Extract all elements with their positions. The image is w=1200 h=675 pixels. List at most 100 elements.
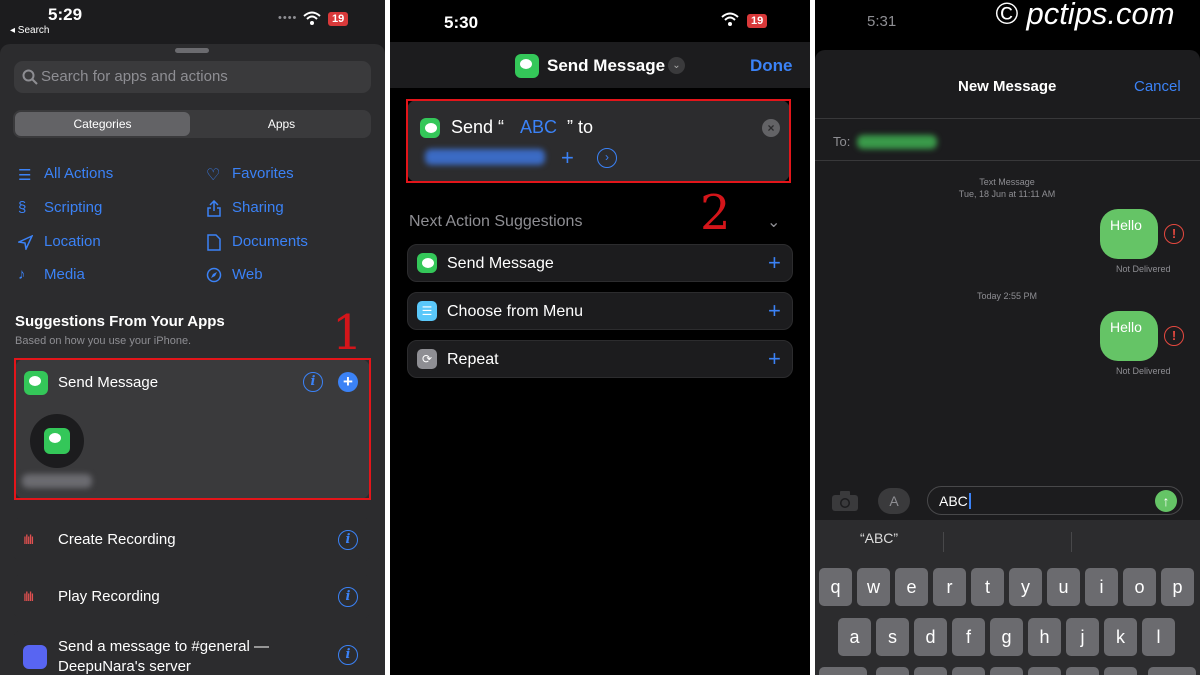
wifi-icon [721, 12, 739, 26]
imessage-compose-panel: 5:31 © pctips.com New Message Cancel To:… [815, 0, 1200, 675]
key-g[interactable]: g [990, 618, 1023, 656]
next-actions-heading: Next Action Suggestions [409, 213, 583, 230]
key-z[interactable] [876, 667, 909, 675]
sheet-grabber[interactable] [175, 48, 209, 53]
wifi-icon [303, 11, 321, 25]
key-p[interactable]: p [1161, 568, 1194, 606]
key-b[interactable] [1028, 667, 1061, 675]
category-label: Location [44, 233, 101, 250]
key-a[interactable]: a [838, 618, 871, 656]
app-store-icon[interactable]: A [878, 488, 910, 514]
key-m[interactable] [1104, 667, 1137, 675]
key-o[interactable]: o [1123, 568, 1156, 606]
compass-icon [206, 267, 222, 283]
key-h[interactable]: h [1028, 618, 1061, 656]
waveform-icon: ıIıIı [23, 531, 35, 547]
predictive-divider [943, 532, 944, 552]
key-d[interactable]: d [914, 618, 947, 656]
battery-badge: 19 [747, 14, 768, 28]
to-label: To: [833, 134, 851, 149]
search-icon [22, 69, 38, 85]
status-time: 5:29 [48, 5, 83, 24]
delivery-status: Not Delivered [1116, 264, 1171, 274]
error-icon[interactable]: ! [1164, 224, 1184, 244]
suggestion-send-message[interactable]: Send Message + [407, 244, 793, 282]
messages-app-icon [515, 54, 539, 78]
signal-icon: •••• [278, 12, 298, 24]
shortcuts-action-picker-panel: 5:29 ◂ Search •••• 19 Search for apps an… [0, 0, 385, 675]
repeat-icon: ⟳ [417, 349, 437, 369]
done-button[interactable]: Done [750, 56, 793, 76]
status-time: 5:30 [444, 13, 479, 32]
plus-icon[interactable]: + [768, 250, 781, 276]
discord-icon [23, 645, 47, 669]
key-j[interactable]: j [1066, 618, 1099, 656]
list-icon: ☰ [18, 167, 32, 184]
message-input[interactable]: ABC ↑ [927, 486, 1183, 515]
key-v[interactable] [990, 667, 1023, 675]
camera-icon[interactable] [831, 490, 859, 512]
category-label: All Actions [44, 165, 114, 182]
category-label: Web [232, 266, 263, 283]
waveform-icon: ıIıIı [23, 588, 35, 604]
redacted-recipient[interactable] [857, 135, 937, 149]
key-q[interactable]: q [819, 568, 852, 606]
message-bubble[interactable]: Hello [1100, 209, 1158, 259]
annotation-step-1: 1 [332, 305, 363, 361]
suggestions-subheading: Based on how you use your iPhone. [15, 335, 192, 347]
plus-icon[interactable]: + [768, 298, 781, 324]
key-r[interactable]: r [933, 568, 966, 606]
key-f[interactable]: f [952, 618, 985, 656]
segmented-control: Categories Apps [13, 110, 371, 138]
back-to-search-link[interactable]: ◂ Search [10, 25, 49, 36]
category-label: Favorites [232, 165, 294, 182]
music-note-icon: ♪ [18, 266, 26, 283]
shortcut-title[interactable]: Send Message [547, 56, 665, 76]
watermark: © pctips.com [995, 0, 1175, 31]
send-arrow-icon[interactable]: ↑ [1155, 490, 1177, 512]
segment-categories[interactable]: Categories [15, 112, 190, 136]
error-icon[interactable]: ! [1164, 326, 1184, 346]
key-c[interactable] [952, 667, 985, 675]
key-t[interactable]: t [971, 568, 1004, 606]
key-l[interactable]: l [1142, 618, 1175, 656]
heart-icon: ♡ [206, 167, 221, 184]
highlight-box-2 [406, 99, 791, 183]
suggestion-choose-from-menu[interactable]: ☰ Choose from Menu + [407, 292, 793, 330]
menu-icon: ☰ [417, 301, 437, 321]
search-field[interactable]: Search for apps and actions [14, 61, 371, 93]
shortcut-editor-panel: 5:30 19 Send Message ⌄ Done Send “ ABC ”… [390, 0, 810, 675]
info-icon[interactable]: i [338, 530, 358, 550]
collapse-chevron-icon[interactable]: ⌄ [767, 212, 780, 232]
key-k[interactable]: k [1104, 618, 1137, 656]
action-row-discord-send[interactable]: Send a message to #general — DeepuNara's… [13, 630, 371, 675]
document-icon [207, 234, 221, 251]
key-s[interactable]: s [876, 618, 909, 656]
segment-apps[interactable]: Apps [194, 112, 369, 136]
bubble-text: Hello [1110, 217, 1142, 233]
predictive-suggestion[interactable]: “ABC” [815, 530, 943, 546]
key-delete[interactable] [1148, 667, 1196, 675]
info-icon[interactable]: i [338, 587, 358, 607]
key-y[interactable]: y [1009, 568, 1042, 606]
action-row-play-recording[interactable]: ıIıIı Play Recording i [13, 574, 371, 619]
key-x[interactable] [914, 667, 947, 675]
action-row-create-recording[interactable]: ıIıIı Create Recording i [13, 517, 371, 562]
cancel-button[interactable]: Cancel [1134, 78, 1181, 95]
suggestion-repeat[interactable]: ⟳ Repeat + [407, 340, 793, 378]
plus-icon[interactable]: + [768, 346, 781, 372]
key-shift[interactable] [819, 667, 867, 675]
row-label: Create Recording [58, 531, 176, 548]
key-i[interactable]: i [1085, 568, 1118, 606]
key-e[interactable]: e [895, 568, 928, 606]
message-bubble[interactable]: Hello [1100, 311, 1158, 361]
messages-icon [417, 253, 437, 273]
chevron-down-icon[interactable]: ⌄ [668, 57, 685, 74]
suggestions-heading: Suggestions From Your Apps [15, 313, 225, 330]
key-w[interactable]: w [857, 568, 890, 606]
key-n[interactable] [1066, 667, 1099, 675]
key-u[interactable]: u [1047, 568, 1080, 606]
divider [815, 160, 1200, 161]
info-icon[interactable]: i [338, 645, 358, 665]
divider [815, 118, 1200, 119]
